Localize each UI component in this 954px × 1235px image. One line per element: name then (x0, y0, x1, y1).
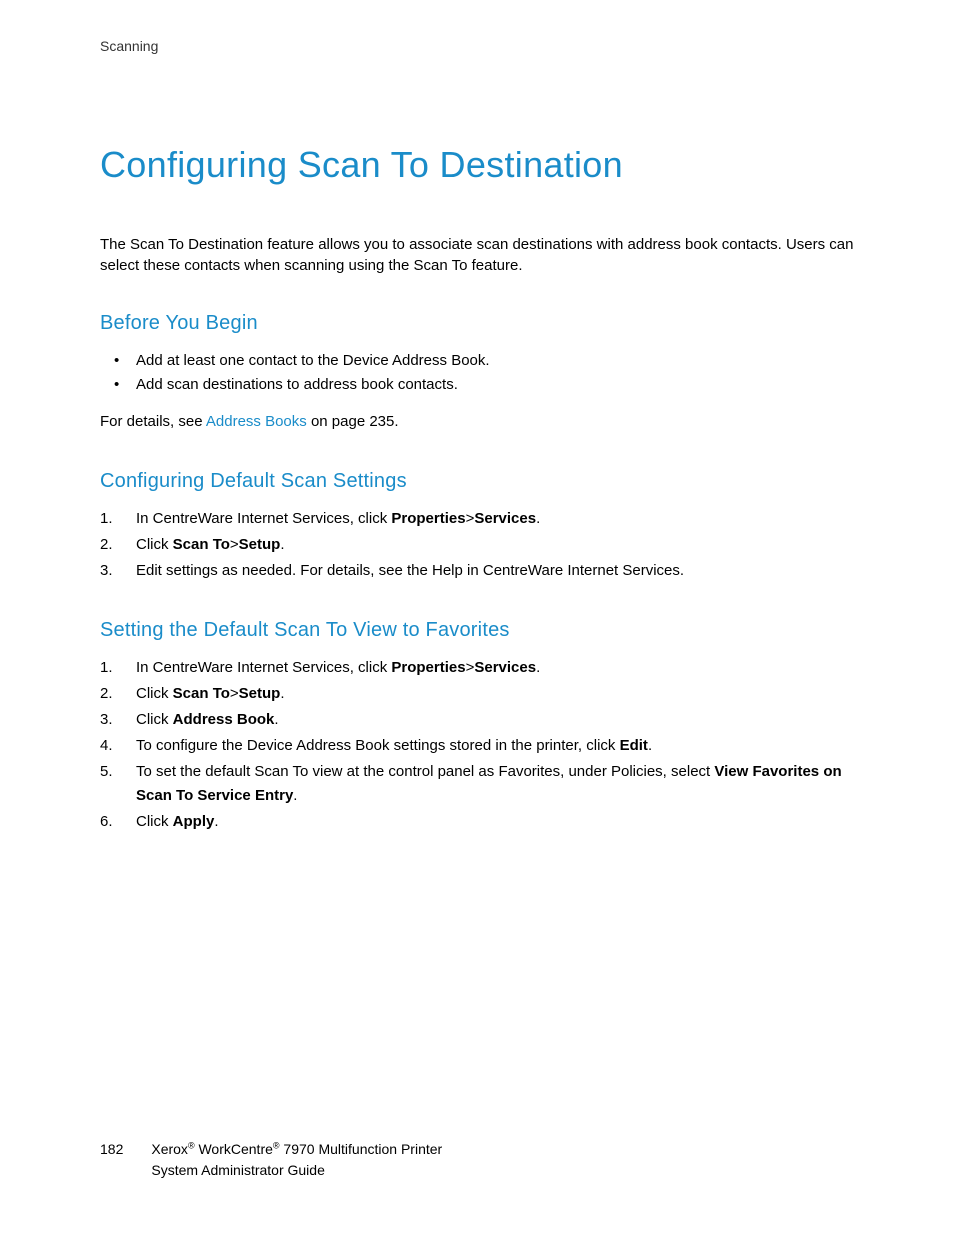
step-text: Click (136, 813, 173, 830)
step-text: Click (136, 685, 173, 702)
step-text: > (230, 685, 239, 702)
brand: Xerox (151, 1141, 188, 1157)
details-prefix: For details, see (100, 413, 206, 430)
model: 7970 Multifunction Printer (280, 1141, 443, 1157)
step-text: . (280, 536, 284, 553)
intro-paragraph: The Scan To Destination feature allows y… (100, 234, 854, 276)
favorites-steps: In CentreWare Internet Services, click P… (100, 656, 854, 834)
step-bold: Setup (239, 536, 281, 553)
step-text: In CentreWare Internet Services, click (136, 510, 391, 527)
step-text: > (230, 536, 239, 553)
before-you-begin-heading: Before You Begin (100, 312, 854, 335)
step-bold: Properties (391, 659, 465, 676)
list-item: Click Scan To>Setup. (100, 533, 854, 557)
step-bold: Services (474, 659, 536, 676)
step-text: Click (136, 536, 173, 553)
guide-name: System Administrator Guide (151, 1162, 325, 1178)
list-item: Click Address Book. (100, 708, 854, 732)
page-title: Configuring Scan To Destination (100, 144, 854, 186)
footer-text: Xerox® WorkCentre® 7970 Multifunction Pr… (151, 1139, 442, 1180)
step-text: Click (136, 711, 173, 728)
default-scan-settings-heading: Configuring Default Scan Settings (100, 470, 854, 493)
list-item: To configure the Device Address Book set… (100, 734, 854, 758)
list-item: Add at least one contact to the Device A… (100, 349, 854, 373)
running-header: Scanning (100, 38, 854, 54)
list-item: Add scan destinations to address book co… (100, 373, 854, 397)
before-bullet-list: Add at least one contact to the Device A… (100, 349, 854, 397)
step-text: To set the default Scan To view at the c… (136, 763, 714, 780)
step-bold: Setup (239, 685, 281, 702)
list-item: Click Scan To>Setup. (100, 682, 854, 706)
step-text: . (536, 659, 540, 676)
registered-icon: ® (273, 1141, 280, 1151)
step-text: . (536, 510, 540, 527)
details-suffix: on page 235. (307, 413, 399, 430)
step-bold: Edit (620, 737, 648, 754)
default-scan-steps: In CentreWare Internet Services, click P… (100, 507, 854, 583)
favorites-heading: Setting the Default Scan To View to Favo… (100, 619, 854, 642)
step-text: . (214, 813, 218, 830)
list-item: Click Apply. (100, 810, 854, 834)
step-text: . (280, 685, 284, 702)
page-number: 182 (100, 1139, 123, 1159)
registered-icon: ® (188, 1141, 195, 1151)
step-text: In CentreWare Internet Services, click (136, 659, 391, 676)
step-bold: Address Book (173, 711, 275, 728)
step-text: . (274, 711, 278, 728)
list-item: Edit settings as needed. For details, se… (100, 559, 854, 583)
step-text: . (293, 787, 297, 804)
step-bold: Scan To (173, 536, 230, 553)
list-item: In CentreWare Internet Services, click P… (100, 656, 854, 680)
details-line: For details, see Address Books on page 2… (100, 411, 854, 434)
brand: WorkCentre (195, 1141, 273, 1157)
step-text: To configure the Device Address Book set… (136, 737, 620, 754)
list-item: In CentreWare Internet Services, click P… (100, 507, 854, 531)
step-bold: Properties (391, 510, 465, 527)
step-bold: Apply (173, 813, 215, 830)
page-footer: 182Xerox® WorkCentre® 7970 Multifunction… (100, 1139, 442, 1180)
list-item: To set the default Scan To view at the c… (100, 760, 854, 808)
step-text: . (648, 737, 652, 754)
address-books-link[interactable]: Address Books (206, 413, 307, 430)
step-bold: Services (474, 510, 536, 527)
step-bold: Scan To (173, 685, 230, 702)
